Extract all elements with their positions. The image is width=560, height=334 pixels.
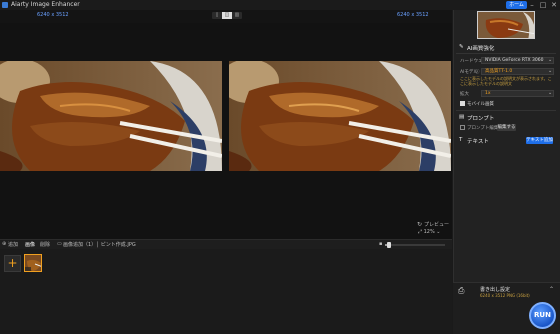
chevron-down-icon: ⌄ [434,229,441,235]
chevron-down-icon: ⌄ [548,68,553,74]
navigator-preview[interactable] [477,11,535,39]
prompt-checkbox[interactable] [460,125,465,130]
thumbnail-size-slider[interactable] [385,244,445,246]
right-resolution-label: 6240 x 3512 [397,12,429,18]
tab-add[interactable]: 追加 [8,241,18,248]
scale-select[interactable]: 1x [481,90,554,97]
file-status-text: 画像追加（1）│ ピント作成.JPG [63,242,136,248]
app-logo-icon [2,2,8,8]
thumbnail-strip [0,249,452,334]
left-resolution-label: 6240 x 3512 [37,12,69,18]
chevron-down-icon: ⌄ [548,90,553,96]
model-description: ここに表示したモデルの説明文が表示されます。ここに表示したモデルの説明文 [460,76,552,86]
divider [456,110,556,111]
side-by-side-icon[interactable]: ▥ [232,12,242,19]
minimize-icon[interactable]: – [527,0,537,10]
mobile-quality-label: モバイル画質 [467,102,494,107]
section-prompt: プロンプト [467,116,495,122]
app-title: Aiarty Image Enhancer [11,1,80,8]
maximize-icon[interactable]: □ [538,0,548,10]
export-icon: ⎙ [458,286,465,295]
image-thumbnail[interactable] [24,254,42,272]
add-circle-icon[interactable]: ⊕ [2,241,6,247]
add-text-button[interactable]: テキスト追加 [526,137,553,144]
info-icon[interactable]: ⓘ [475,69,480,75]
mobile-quality-checkbox[interactable] [460,101,465,106]
original-image [0,61,222,171]
export-title[interactable]: 書き出し設定 [480,286,510,293]
enhanced-image [229,61,451,171]
tab-image[interactable]: 画像 [25,241,35,248]
scale-label: 拡大 [460,92,469,97]
model-select[interactable]: 高品質TT-1.0 [481,68,554,75]
prompt-icon: ▤ [459,114,465,120]
export-detail: 6240 x 3512 PNG (16bit) [480,293,530,298]
tab-delete[interactable]: 削除 [40,241,50,248]
zoom-value: 12% [423,229,435,235]
zoom-select[interactable]: ⤢ 12% ⌄ [418,229,443,235]
chevron-down-icon: ⌄ [548,57,553,63]
divider [456,53,556,54]
section-ai-enhance: AI画質強化 [467,46,495,52]
text-icon: T [459,137,463,143]
add-image-button[interactable]: + [4,255,21,272]
scale-value: 1x [485,91,491,96]
close-icon[interactable]: ✕ [549,0,559,10]
hardware-select[interactable]: NVIDIA GeForce RTX 3060 [481,57,554,64]
home-button[interactable]: ホーム [506,1,527,9]
model-value: 高品質TT-1.0 [485,69,513,74]
hardware-value: NVIDIA GeForce RTX 3060 [485,58,544,63]
folder-icon[interactable]: ▭ [57,241,62,247]
section-text: テキスト [467,139,489,145]
prompt-edit-button[interactable]: 編集する [497,124,516,131]
ai-enhance-icon: ✎ [459,44,464,50]
chevron-up-icon[interactable]: ⌃ [549,286,554,293]
prompt-checkbox-label: プロンプト編集 [467,126,499,131]
preview-label[interactable]: プレビュー [424,221,449,228]
preview-refresh-icon[interactable]: ↻ [417,221,422,228]
run-button[interactable]: RUN [529,302,556,329]
title-bar [0,0,560,10]
image-size-icon: ▪ [379,241,383,247]
split-view-icon[interactable]: ◫ [222,12,232,19]
single-view-icon[interactable]: ▯ [212,12,222,19]
slider-handle[interactable] [387,242,391,248]
